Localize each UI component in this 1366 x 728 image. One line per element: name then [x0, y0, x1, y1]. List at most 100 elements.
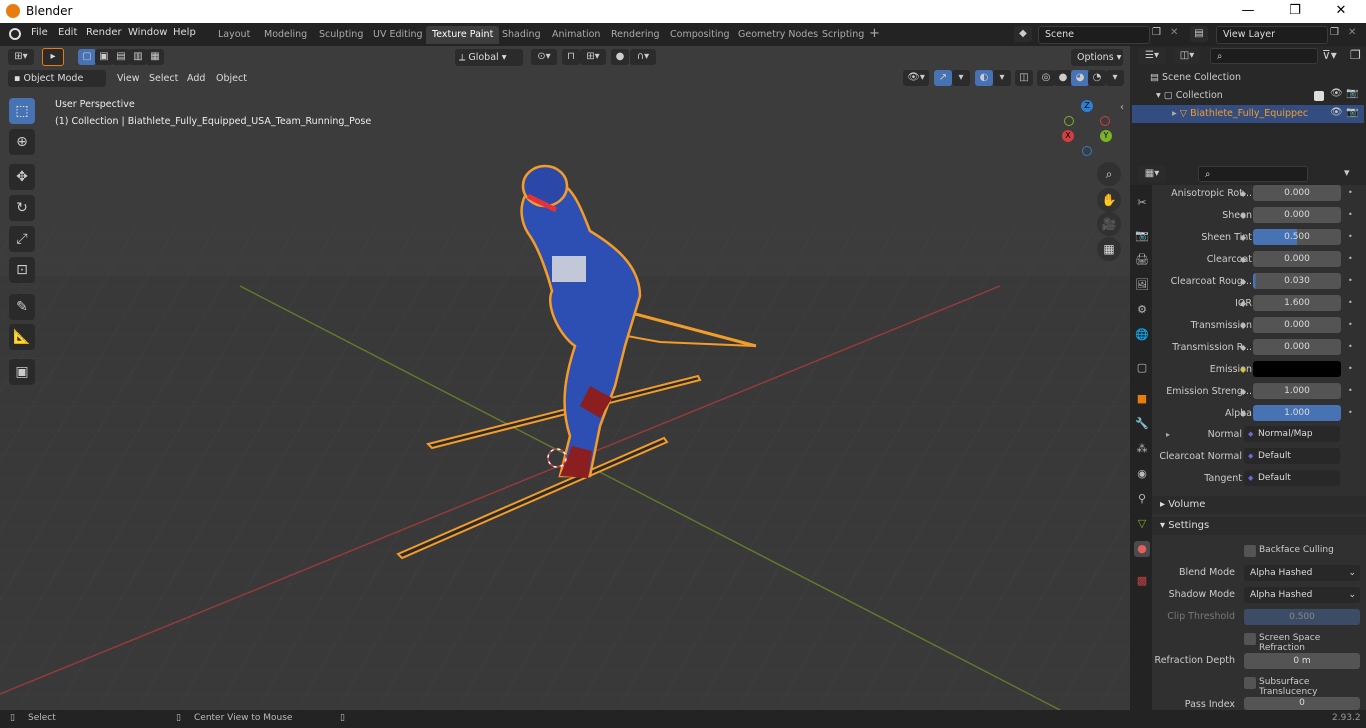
- maximize-button[interactable]: ❐: [1280, 2, 1310, 20]
- ssr-checkbox[interactable]: [1244, 633, 1256, 645]
- socket-icon[interactable]: ◆: [1240, 211, 1246, 220]
- keyframe-dot-icon[interactable]: •: [1348, 276, 1353, 285]
- options-dropdown[interactable]: Options ▾: [1071, 49, 1123, 66]
- menu-help[interactable]: Help: [173, 27, 196, 38]
- keyframe-dot-icon[interactable]: •: [1348, 254, 1353, 263]
- delete-scene-icon[interactable]: ✕: [1170, 27, 1178, 38]
- constraints-tab-icon[interactable]: ⚲: [1134, 491, 1150, 507]
- volume-section[interactable]: ▸ Volume: [1160, 499, 1205, 510]
- sst-checkbox[interactable]: [1244, 677, 1256, 689]
- keyframe-dot-icon[interactable]: •: [1348, 408, 1353, 417]
- view-layer-icon[interactable]: ▤: [1190, 26, 1208, 42]
- selection-new-icon[interactable]: ▢: [78, 49, 96, 65]
- add-workspace-icon[interactable]: +: [869, 26, 880, 41]
- socket-icon[interactable]: ◆: [1240, 343, 1246, 352]
- overlay-toggle-icon[interactable]: ◐: [975, 70, 993, 86]
- socket-icon[interactable]: ◆: [1240, 409, 1246, 418]
- menu-file[interactable]: File: [31, 27, 48, 38]
- gizmo-dropdown-icon[interactable]: ▾: [952, 70, 970, 86]
- selection-intersect-icon[interactable]: ▦: [146, 49, 164, 65]
- gizmo-neg-y-icon[interactable]: [1064, 116, 1074, 126]
- annotate-tool[interactable]: ✎: [9, 294, 35, 320]
- prop-value-field[interactable]: [1253, 361, 1341, 377]
- socket-icon[interactable]: ◆: [1240, 387, 1246, 396]
- prop-value-field[interactable]: 1.000: [1253, 405, 1341, 421]
- keyframe-dot-icon[interactable]: •: [1348, 386, 1353, 395]
- measure-tool[interactable]: 📐: [9, 324, 35, 350]
- refraction-depth-field[interactable]: 0 m: [1244, 653, 1360, 669]
- tab-scripting[interactable]: Scripting: [816, 26, 870, 44]
- keyframe-dot-icon[interactable]: •: [1348, 188, 1353, 197]
- object-mode-dropdown[interactable]: ▪ Object Mode: [8, 70, 106, 87]
- gizmo-y-icon[interactable]: Y: [1100, 130, 1112, 142]
- collection-row[interactable]: ▾ ▢ Collection: [1156, 90, 1223, 101]
- tab-geometry-nodes[interactable]: Geometry Nodes: [732, 26, 824, 44]
- collection-exclude-checkbox[interactable]: [1314, 91, 1324, 101]
- pass-index-field[interactable]: 0: [1244, 697, 1360, 710]
- prop-value-field[interactable]: 0.000: [1253, 339, 1341, 355]
- properties-editor-icon[interactable]: ▦▾: [1138, 166, 1166, 182]
- delete-view-layer-icon[interactable]: ✕: [1348, 27, 1356, 38]
- prop-value-field[interactable]: 0.000: [1253, 251, 1341, 267]
- object-row-label-wrap[interactable]: ▸ ▽ Biathlete_Fully_Equippec: [1172, 108, 1308, 119]
- prop-value-field[interactable]: 0.000: [1253, 185, 1341, 201]
- wireframe-shading-icon[interactable]: ◎: [1037, 70, 1055, 86]
- socket-icon[interactable]: ◆: [1240, 321, 1246, 330]
- proportional-falloff-icon[interactable]: ∩▾: [630, 49, 656, 65]
- solid-shading-icon[interactable]: ●: [1054, 70, 1072, 86]
- new-view-layer-icon[interactable]: ❐: [1330, 27, 1339, 38]
- minimize-button[interactable]: —: [1233, 2, 1263, 20]
- tab-shading[interactable]: Shading: [496, 26, 547, 44]
- transform-orientation-dropdown[interactable]: ⟂ Global ▾: [455, 49, 523, 66]
- socket-icon[interactable]: ◆: [1240, 299, 1246, 308]
- viewport-menu-add[interactable]: Add: [187, 73, 205, 84]
- navigation-gizmo[interactable]: Z Y X: [1062, 100, 1114, 156]
- new-collection-icon[interactable]: ❐: [1350, 48, 1361, 62]
- outliner-editor-icon[interactable]: ☰▾: [1138, 48, 1166, 64]
- rotate-tool[interactable]: ↻: [9, 195, 35, 221]
- close-button[interactable]: ✕: [1326, 2, 1356, 20]
- tab-uv-editing[interactable]: UV Editing: [367, 26, 429, 44]
- menu-edit[interactable]: Edit: [58, 27, 77, 38]
- keyframe-dot-icon[interactable]: •: [1348, 232, 1353, 241]
- blend-mode-dropdown[interactable]: Alpha Hashed ⌄: [1244, 565, 1360, 581]
- material-tab-icon[interactable]: ●: [1134, 541, 1150, 557]
- select-mode-icon[interactable]: ▸: [42, 48, 64, 66]
- camera-view-icon[interactable]: 🎥: [1097, 212, 1121, 236]
- selection-subtract-icon[interactable]: ▤: [112, 49, 130, 65]
- socket-icon[interactable]: ◆: [1240, 189, 1246, 198]
- keyframe-dot-icon[interactable]: •: [1348, 320, 1353, 329]
- link-field[interactable]: Default: [1244, 448, 1340, 464]
- pivot-point-icon[interactable]: ⊙▾: [531, 49, 557, 65]
- tab-animation[interactable]: Animation: [546, 26, 606, 44]
- shadow-mode-dropdown[interactable]: Alpha Hashed ⌄: [1244, 587, 1360, 603]
- expand-arrow-icon[interactable]: ▸: [1172, 108, 1180, 119]
- visibility-filter-icon[interactable]: 👁▾: [903, 70, 929, 86]
- cursor-tool[interactable]: ⊕: [9, 129, 35, 155]
- collection-visibility-icon[interactable]: 👁: [1330, 88, 1343, 99]
- selection-extend-icon[interactable]: ▣: [95, 49, 113, 65]
- xray-toggle-icon[interactable]: ◫: [1015, 70, 1033, 86]
- data-tab-icon[interactable]: ▽: [1134, 516, 1150, 532]
- settings-section[interactable]: ▾ Settings: [1160, 520, 1209, 531]
- tab-rendering[interactable]: Rendering: [605, 26, 666, 44]
- properties-options-icon[interactable]: ▾: [1344, 166, 1350, 179]
- viewport-menu-object[interactable]: Object: [216, 73, 247, 84]
- prop-value-field[interactable]: 0.500: [1253, 229, 1341, 245]
- scene-name-field[interactable]: Scene: [1038, 26, 1150, 44]
- socket-icon[interactable]: ◆: [1240, 277, 1246, 286]
- filter-icon[interactable]: ⊽▾: [1322, 48, 1337, 62]
- scene-collection-row[interactable]: ▤ Scene Collection: [1150, 72, 1241, 83]
- 3d-viewport[interactable]: ⬚ ⊕ ✥ ↻ ⤢ ⊡ ✎ 📐 ▣ Z Y X ⌕ ✋ 🎥 ▦ ‹ User P…: [0, 46, 1130, 710]
- selection-invert-icon[interactable]: ▥: [129, 49, 147, 65]
- properties-search-input[interactable]: ⌕: [1198, 166, 1308, 182]
- tab-compositing[interactable]: Compositing: [664, 26, 736, 44]
- move-tool[interactable]: ✥: [9, 164, 35, 190]
- socket-icon[interactable]: ◆: [1240, 365, 1246, 374]
- link-field[interactable]: Default: [1244, 470, 1340, 486]
- collection-render-icon[interactable]: 📷: [1346, 88, 1358, 99]
- tab-layout[interactable]: Layout: [212, 26, 256, 44]
- viewport-menu-select[interactable]: Select: [149, 73, 178, 84]
- link-field[interactable]: Normal/Map: [1244, 426, 1340, 442]
- zoom-icon[interactable]: ⌕: [1097, 162, 1121, 186]
